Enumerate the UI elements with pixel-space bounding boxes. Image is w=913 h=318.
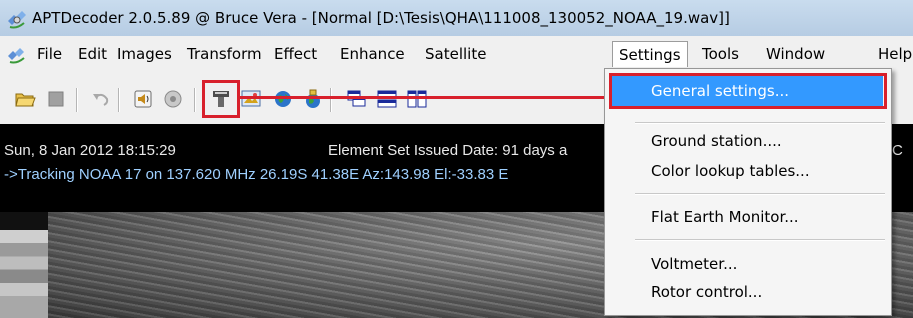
menu-item-ground-station[interactable]: Ground station....	[651, 132, 782, 150]
menu-item-general-settings[interactable]: General settings...	[651, 82, 789, 100]
toolbar-separator	[194, 88, 196, 112]
menu-satellite[interactable]: Satellite	[425, 45, 486, 63]
status-element-set: Element Set Issued Date: 91 days a	[328, 142, 568, 159]
image-window-icon[interactable]	[240, 88, 262, 110]
toolbar-separator	[118, 88, 120, 112]
menu-item-rotor-control[interactable]: Rotor control...	[651, 283, 762, 301]
annotation-connector-line	[240, 96, 610, 99]
menu-file[interactable]: File	[37, 45, 62, 63]
menu-separator	[635, 193, 885, 195]
open-folder-icon[interactable]	[14, 88, 36, 110]
menu-item-voltmeter[interactable]: Voltmeter...	[651, 255, 737, 273]
status-datetime: Sun, 8 Jan 2012 18:15:29	[4, 142, 176, 159]
globe-icon[interactable]	[272, 88, 294, 110]
menu-item-color-lookup-tables[interactable]: Color lookup tables...	[651, 162, 810, 180]
stop-icon[interactable]	[45, 88, 67, 110]
satellite-app-icon	[8, 11, 26, 29]
toolbar-separator	[76, 88, 78, 112]
image-gray-scale-wedge	[0, 230, 48, 318]
menu-effect[interactable]: Effect	[274, 45, 317, 63]
tile-horizontal-icon[interactable]	[376, 88, 398, 110]
menu-item-flat-earth-monitor[interactable]: Flat Earth Monitor...	[651, 208, 799, 226]
menu-tools[interactable]: Tools	[702, 45, 739, 63]
menu-help[interactable]: Help	[878, 45, 912, 63]
cascade-windows-icon[interactable]	[346, 88, 368, 110]
app-window: APTDecoder 2.0.5.89 @ Bruce Vera - [Norm…	[0, 0, 913, 318]
menu-enhance[interactable]: Enhance	[340, 45, 405, 63]
status-right-text: C	[892, 142, 903, 159]
annotation-highlight-box	[202, 80, 240, 118]
menu-window[interactable]: Window	[766, 45, 825, 63]
status-tracking: ->Tracking NOAA 17 on 137.620 MHz 26.19S…	[4, 166, 509, 183]
menu-transform[interactable]: Transform	[187, 45, 262, 63]
toolbar-separator	[330, 88, 332, 112]
document-satellite-icon[interactable]	[6, 46, 28, 64]
image-sync-band	[0, 212, 48, 230]
menu-images[interactable]: Images	[117, 45, 172, 63]
record-disabled-icon[interactable]	[162, 88, 184, 110]
title-bar: APTDecoder 2.0.5.89 @ Bruce Vera - [Norm…	[0, 0, 913, 36]
menu-edit[interactable]: Edit	[78, 45, 107, 63]
window-title: APTDecoder 2.0.5.89 @ Bruce Vera - [Norm…	[32, 9, 730, 27]
tile-vertical-icon[interactable]	[406, 88, 428, 110]
speaker-icon[interactable]	[132, 88, 154, 110]
menu-settings[interactable]: Settings	[612, 41, 688, 67]
settings-dropdown-menu: General settings... Ground station.... C…	[604, 68, 892, 316]
satellite-globe-icon[interactable]	[302, 88, 324, 110]
undo-icon[interactable]	[90, 88, 112, 110]
menu-separator	[635, 239, 885, 241]
menu-separator	[635, 122, 885, 124]
